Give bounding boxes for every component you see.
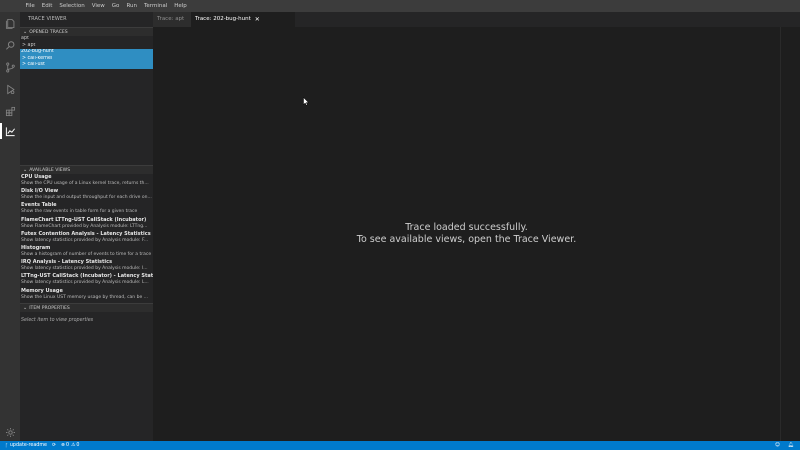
tab-label: Trace: apt xyxy=(157,16,185,22)
view-item-futex-contention[interactable]: Futex Contention Analysis - Latency Stat… xyxy=(20,231,153,245)
view-item-events-table[interactable]: Events Table Show the raw events in tabl… xyxy=(20,202,153,216)
feedback-icon[interactable]: ☺ xyxy=(775,443,780,448)
tab-label: Trace: 202-bug-hunt xyxy=(195,16,251,22)
problems-indicator[interactable]: ⊗ 0 ⚠ 0 xyxy=(61,443,79,448)
error-count: 0 xyxy=(66,443,70,448)
menu-bar: File Edit Selection View Go Run Terminal… xyxy=(0,0,800,12)
item-properties-label: ITEM PROPERTIES xyxy=(29,305,70,311)
branch-indicator[interactable]: ᚴ update-readme xyxy=(5,443,47,449)
sync-indicator[interactable]: ⟳ xyxy=(52,443,56,448)
item-properties-header[interactable]: ⌄ ITEM PROPERTIES xyxy=(20,303,153,312)
tab-trace-apt[interactable]: Trace: apt xyxy=(153,12,191,27)
bell-icon[interactable]: 🔔︎ xyxy=(788,443,794,448)
view-item-lttng-ust-callstack[interactable]: LTTng-UST CallStack (Incubator) - Latenc… xyxy=(20,273,153,287)
view-item-flamechart[interactable]: FlameChart LTTng-UST CallStack (Incubato… xyxy=(20,217,153,231)
menu-run[interactable]: Run xyxy=(123,0,141,12)
trace-loaded-message: Trace loaded successfully. xyxy=(405,222,528,233)
source-control-icon[interactable] xyxy=(3,60,17,74)
view-desc: Show FlameChart provided by Analysis mod… xyxy=(21,223,148,229)
close-icon[interactable]: ✕ xyxy=(255,12,260,27)
status-right: ☺ 🔔︎ xyxy=(775,441,794,450)
sidebar: TRACE VIEWER ⌄ OPENED TRACES apt > apt 2… xyxy=(20,12,153,441)
sync-icon: ⟳ xyxy=(51,443,56,448)
view-item-memory-usage[interactable]: Memory Usage Show the Linux UST memory u… xyxy=(20,288,153,302)
view-desc: Show the CPU usage of a Linux kernel tra… xyxy=(21,181,149,186)
view-desc: Show latency statistics provided by Anal… xyxy=(21,280,149,286)
mouse-cursor-icon xyxy=(303,97,309,106)
warning-count: 0 xyxy=(76,443,80,448)
status-bar: ᚴ update-readme ⟳ ⊗ 0 ⚠ 0 ☺ 🔔︎ xyxy=(0,441,800,450)
menu-go[interactable]: Go xyxy=(108,0,123,12)
menu-selection[interactable]: Selection xyxy=(56,0,88,12)
view-desc: Show the input and output throughput for… xyxy=(21,195,152,201)
active-indicator xyxy=(0,123,2,139)
chevron-down-icon: ⌄ xyxy=(23,304,28,311)
view-desc: Show latency statistics provided by Anal… xyxy=(21,237,149,243)
view-item-histogram[interactable]: Histogram Show a histogram of number of … xyxy=(20,245,153,259)
sidebar-title: TRACE VIEWER xyxy=(28,16,67,22)
git-branch-icon: ᚴ xyxy=(5,443,8,449)
view-title: Futex Contention Analysis - Latency Stat… xyxy=(21,230,151,237)
menu-terminal[interactable]: Terminal xyxy=(140,0,170,12)
item-properties-placeholder: Select item to view properties xyxy=(21,318,94,323)
extensions-icon[interactable] xyxy=(3,104,17,118)
activity-bar xyxy=(0,12,20,441)
error-icon: ⊗ xyxy=(60,443,66,448)
tab-trace-202-bug-hunt[interactable]: Trace: 202-bug-hunt ✕ xyxy=(191,12,295,27)
view-desc: Show latency statistics provided by Anal… xyxy=(21,266,148,272)
explorer-icon[interactable] xyxy=(3,16,17,30)
gear-icon[interactable] xyxy=(3,425,17,439)
branch-name: update-readme xyxy=(9,443,47,448)
warning-icon: ⚠ xyxy=(71,443,76,448)
opened-traces-list: apt > apt 202-bug-hunt > call-kernel > c… xyxy=(20,36,153,69)
menu-help[interactable]: Help xyxy=(171,0,191,12)
run-debug-icon[interactable] xyxy=(3,82,17,96)
editor-scrollbar[interactable] xyxy=(780,27,800,441)
editor-tab-bar: Trace: apt Trace: 202-bug-hunt ✕ xyxy=(153,12,800,27)
view-desc: Show a histogram of number of events to … xyxy=(21,251,152,257)
trace-viewer-icon[interactable] xyxy=(3,124,17,138)
open-trace-viewer-hint: To see available views, open the Trace V… xyxy=(356,234,577,245)
available-views-list: CPU Usage Show the CPU usage of a Linux … xyxy=(20,174,153,302)
view-desc: Show the raw events in table form for a … xyxy=(21,209,138,215)
editor-area: Trace loaded successfully. To see availa… xyxy=(153,27,780,441)
menu-view[interactable]: View xyxy=(88,0,108,12)
view-item-irq-analysis[interactable]: IRQ Analysis - Latency Statistics Show l… xyxy=(20,259,153,273)
trace-item-call-ust[interactable]: > call-ust xyxy=(20,62,153,69)
view-item-disk-io[interactable]: Disk I/O View Show the input and output … xyxy=(20,188,153,202)
available-views-header[interactable]: ⌄ AVAILABLE VIEWS xyxy=(20,165,153,174)
view-title: FlameChart LTTng-UST CallStack (Incubato… xyxy=(21,216,147,223)
view-desc: Show the Linux UST memory usage by threa… xyxy=(21,294,148,300)
opened-traces-header[interactable]: ⌄ OPENED TRACES xyxy=(20,27,153,36)
search-icon[interactable] xyxy=(3,38,17,52)
menu-file[interactable]: File xyxy=(22,0,38,12)
view-item-cpu-usage[interactable]: CPU Usage Show the CPU usage of a Linux … xyxy=(20,174,153,188)
menu-edit[interactable]: Edit xyxy=(38,0,56,12)
